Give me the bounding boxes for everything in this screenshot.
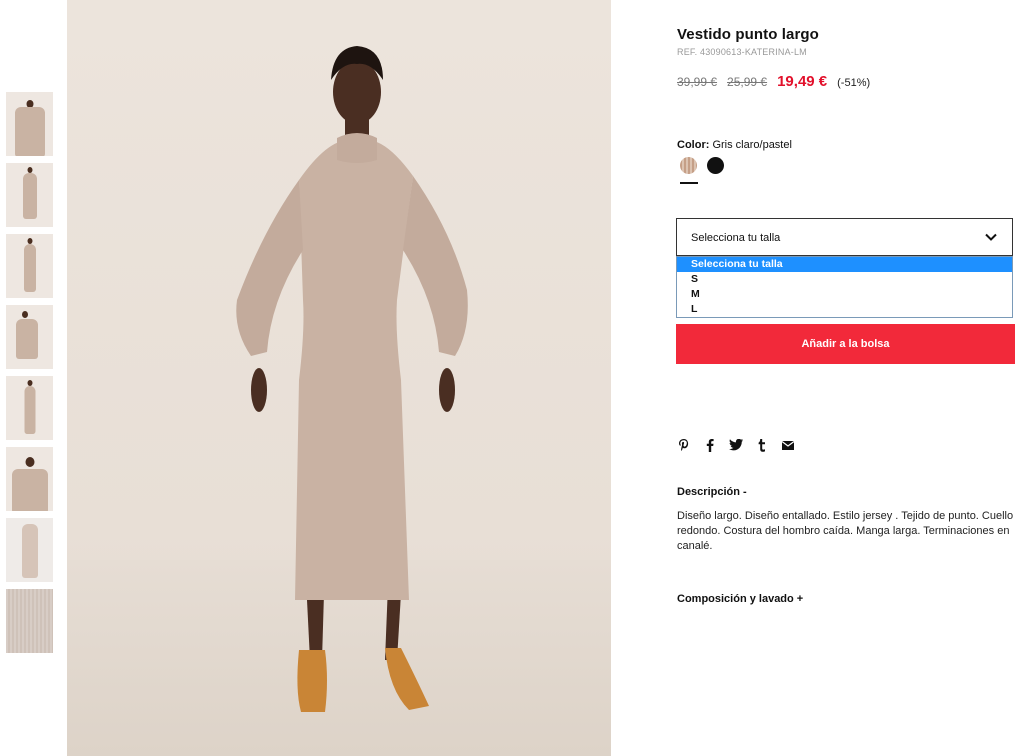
pinterest-icon[interactable] bbox=[677, 438, 691, 452]
thumbnail-full-front[interactable] bbox=[6, 163, 53, 227]
add-to-bag-button[interactable]: Añadir a la bolsa bbox=[676, 324, 1015, 364]
product-ref: REF. 43090613-KATERINA-LM bbox=[677, 47, 807, 57]
price-original: 39,99 € bbox=[677, 75, 718, 89]
swatch-beige[interactable] bbox=[680, 157, 697, 174]
thumbnail-garment-flat[interactable] bbox=[6, 518, 53, 582]
price-current: 19,49 € bbox=[777, 73, 828, 90]
color-label-row: Color: Gris claro/pastel bbox=[677, 139, 792, 151]
chevron-down-icon bbox=[985, 233, 997, 241]
color-value: Gris claro/pastel bbox=[712, 139, 792, 151]
size-option-m[interactable]: M bbox=[677, 287, 1012, 302]
mail-icon[interactable] bbox=[781, 438, 795, 452]
thumbnail-front-closeup[interactable] bbox=[6, 92, 53, 156]
size-option-placeholder[interactable]: Selecciona tu talla bbox=[677, 257, 1012, 272]
description-heading[interactable]: Descripción - bbox=[677, 486, 747, 498]
size-select[interactable]: Selecciona tu talla bbox=[676, 218, 1013, 256]
price-previous: 25,99 € bbox=[727, 75, 768, 89]
price-row: 39,99 € 25,99 € 19,49 € (-51%) bbox=[677, 73, 870, 90]
twitter-icon[interactable] bbox=[729, 438, 743, 452]
facebook-icon[interactable] bbox=[703, 438, 717, 452]
thumbnail-seated[interactable] bbox=[6, 305, 53, 369]
size-dropdown: Selecciona tu talla S M L bbox=[676, 256, 1013, 318]
size-option-s[interactable]: S bbox=[677, 272, 1012, 287]
color-label: Color: bbox=[677, 139, 710, 151]
discount-badge: (-51%) bbox=[837, 77, 871, 89]
thumbnail-full-front-2[interactable] bbox=[6, 234, 53, 298]
product-title: Vestido punto largo bbox=[677, 26, 819, 43]
size-select-value: Selecciona tu talla bbox=[691, 232, 781, 244]
thumbnail-fabric-texture[interactable] bbox=[6, 589, 53, 653]
composition-heading[interactable]: Composición y lavado + bbox=[677, 593, 803, 605]
thumbnail-arms-up[interactable] bbox=[6, 447, 53, 511]
model-figure bbox=[236, 46, 468, 712]
selected-swatch-indicator bbox=[680, 182, 698, 184]
tumblr-icon[interactable] bbox=[755, 438, 769, 452]
size-option-l[interactable]: L bbox=[677, 302, 1012, 317]
thumbnail-side[interactable] bbox=[6, 376, 53, 440]
share-icons bbox=[677, 438, 795, 452]
product-main-image[interactable] bbox=[67, 0, 611, 756]
description-text: Diseño largo. Diseño entallado. Estilo j… bbox=[677, 510, 1014, 552]
thumbnail-list bbox=[6, 92, 53, 660]
swatch-black[interactable] bbox=[707, 157, 724, 174]
color-swatches bbox=[680, 157, 724, 174]
